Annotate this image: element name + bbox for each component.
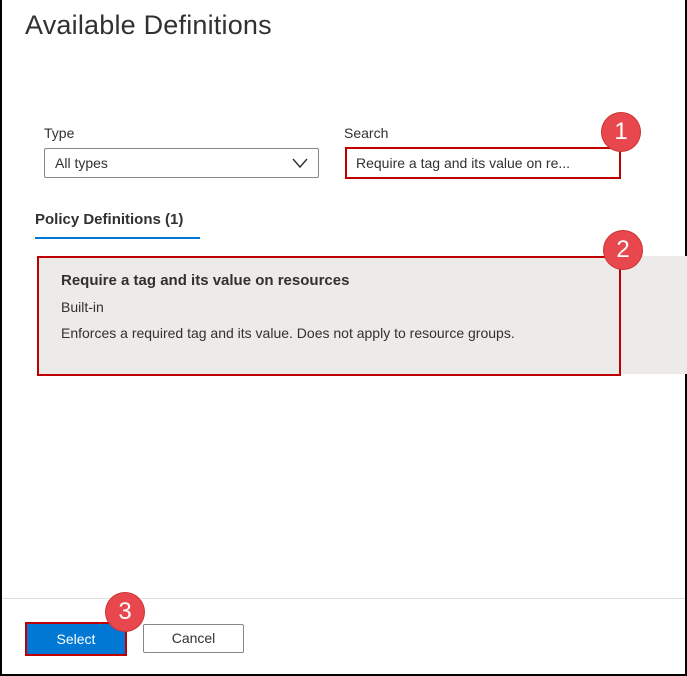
type-dropdown[interactable]: All types [44,148,319,178]
policy-title: Require a tag and its value on resources [61,272,350,289]
tab-active-indicator [35,237,200,239]
chevron-down-icon [292,158,308,169]
type-label: Type [44,125,75,141]
page-title: Available Definitions [25,10,272,40]
type-dropdown-value: All types [55,155,108,171]
tab-policy-definitions[interactable]: Policy Definitions (1) [35,211,183,228]
footer-divider [2,598,685,599]
policy-type: Built-in [61,299,104,315]
search-input-value: Require a tag and its value on re... [356,155,571,171]
search-label: Search [344,125,389,141]
cancel-button[interactable]: Cancel [143,624,244,653]
callout-badge-3: 3 [106,593,144,631]
policy-description: Enforces a required tag and its value. D… [61,325,515,341]
callout-badge-1: 1 [602,113,640,151]
list-item[interactable]: Require a tag and its value on resources… [37,256,621,376]
callout-badge-2: 2 [604,231,642,269]
select-button[interactable]: Select [25,622,127,656]
search-input[interactable]: Require a tag and its value on re... [345,147,621,179]
